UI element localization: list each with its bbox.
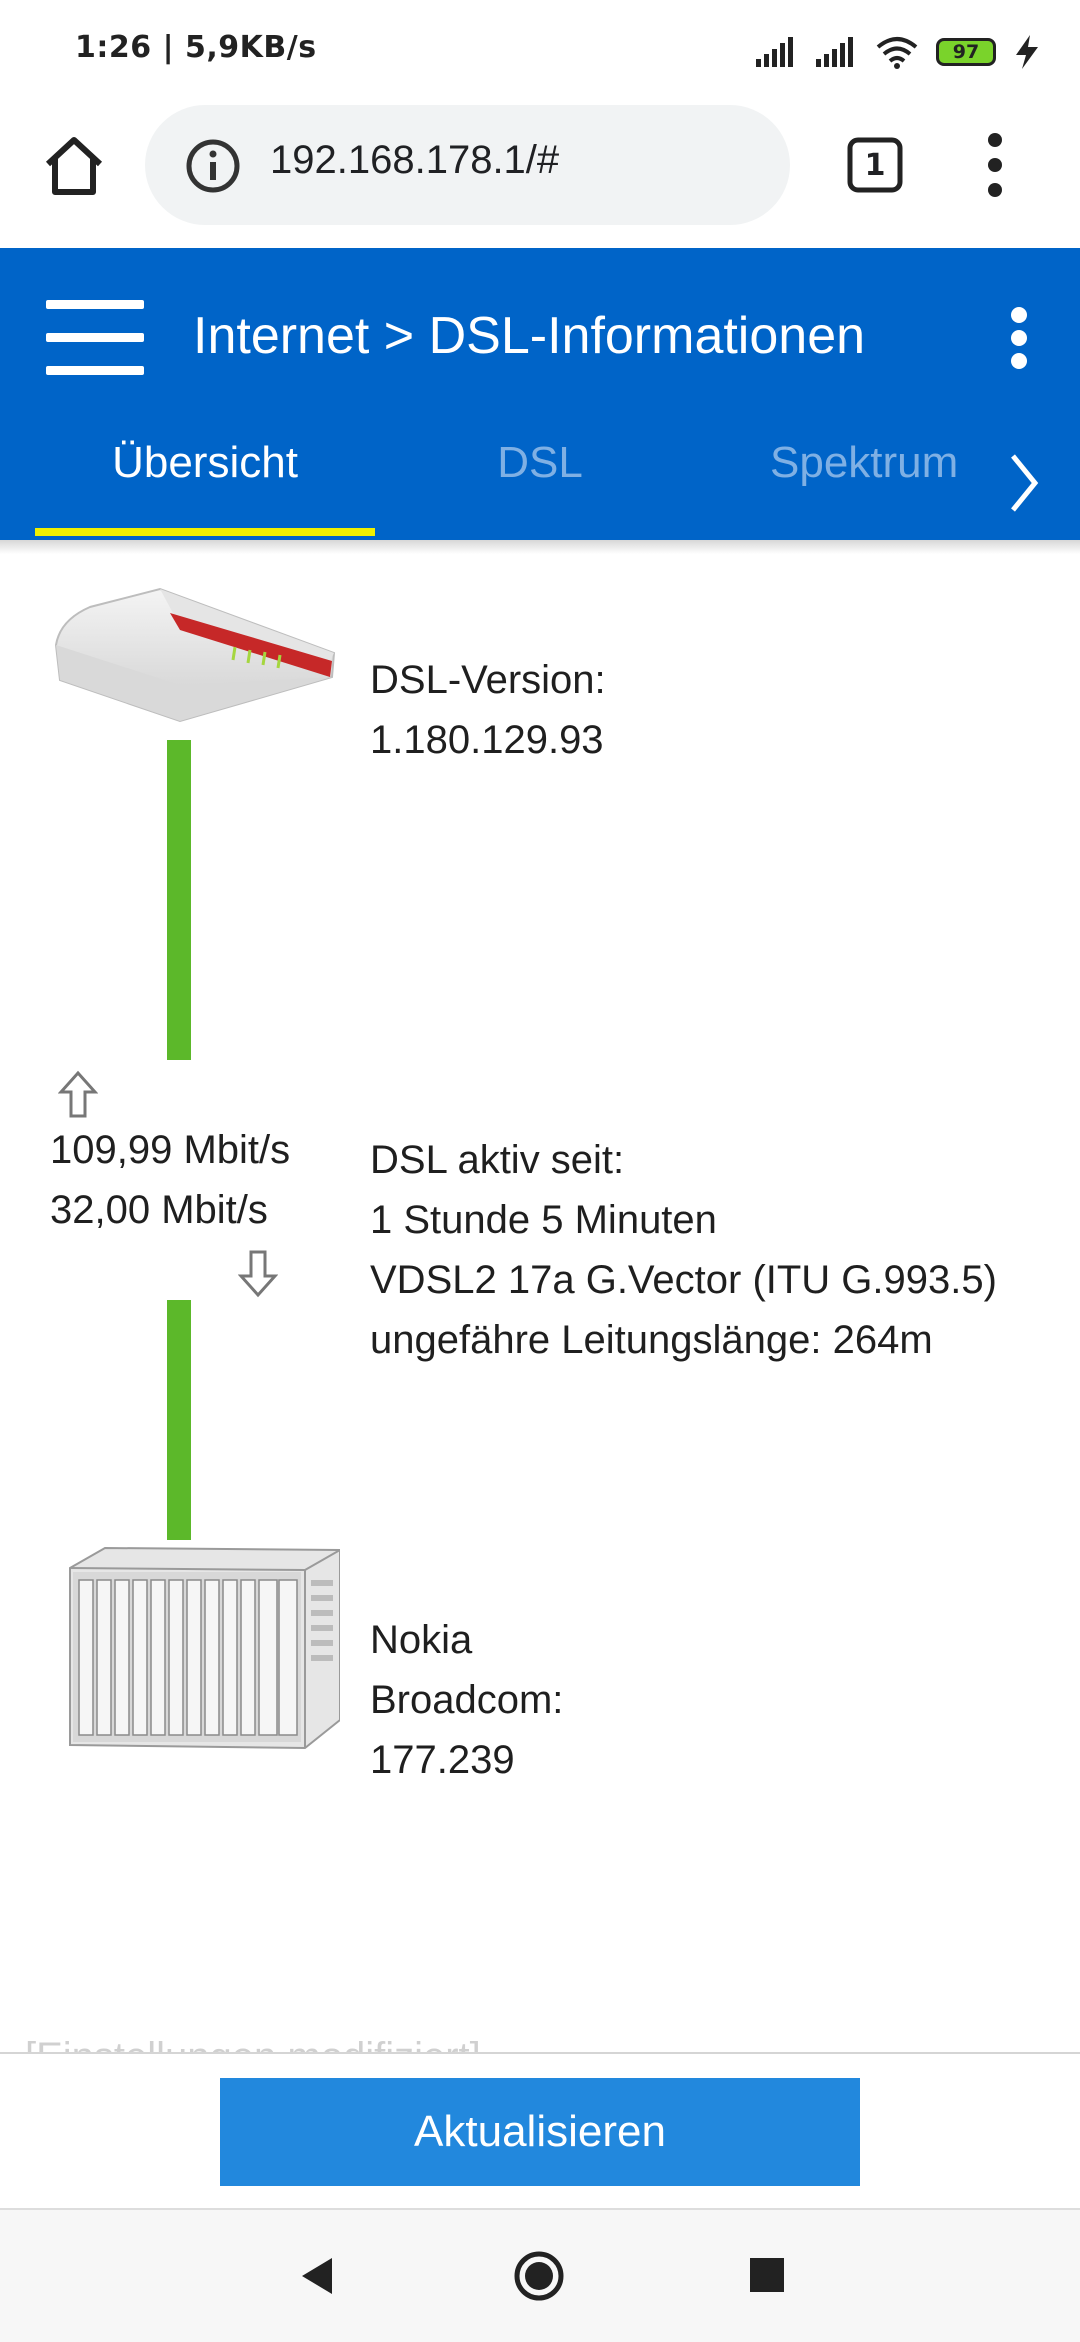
home-button[interactable] <box>38 130 110 202</box>
tab-bar: Übersicht DSL Spektrum <box>0 403 1080 540</box>
router-info: DSL-Version: 1.180.129.93 <box>370 650 606 770</box>
router-version-label: DSL-Version: <box>370 658 606 702</box>
home-nav-icon[interactable] <box>513 2250 565 2302</box>
router-image <box>54 587 336 723</box>
signal-icon-2 <box>816 37 853 67</box>
dslam-chipset-version: 177.239 <box>370 1738 515 1782</box>
tab-dsl[interactable]: DSL <box>440 403 640 523</box>
dsl-active-duration: 1 Stunde 5 Minuten <box>370 1198 717 1242</box>
tab-count: 1 <box>864 147 886 183</box>
dsl-mode: VDSL2 17a G.Vector (ITU G.993.5) <box>370 1258 997 1302</box>
upload-arrow-icon <box>58 1070 98 1118</box>
refresh-button[interactable]: Aktualisieren <box>220 2078 860 2186</box>
status-icons: 97 <box>756 30 1040 74</box>
network-speed: 5,9KB/s <box>184 30 317 65</box>
wifi-icon <box>876 37 918 69</box>
connection-line-bottom <box>167 1300 191 1540</box>
dslam-vendor: Nokia <box>370 1618 473 1662</box>
signal-icon <box>756 37 793 67</box>
upload-speed: 109,99 Mbit/s <box>50 1128 291 1172</box>
hamburger-menu-icon[interactable] <box>46 298 144 378</box>
tab-switcher-button[interactable]: 1 <box>845 135 905 195</box>
dslam-info: Nokia Broadcom: 177.239 <box>370 1610 563 1790</box>
address-bar[interactable]: 192.168.178.1/# <box>145 105 790 225</box>
tab-uebersicht[interactable]: Übersicht <box>35 403 375 523</box>
url-text[interactable]: 192.168.178.1/# <box>270 138 559 183</box>
tab-spektrum[interactable]: Spektrum <box>770 403 970 523</box>
dslam-image <box>69 1546 340 1750</box>
line-length: ungefähre Leitungslänge: 264m <box>370 1318 933 1362</box>
battery-icon: 97 <box>936 38 996 66</box>
recents-icon[interactable] <box>750 2258 784 2292</box>
dslam-chipset-label: Broadcom: <box>370 1678 564 1722</box>
dsl-active-label: DSL aktiv seit: <box>370 1138 625 1182</box>
download-speed: 32,00 Mbit/s <box>50 1188 268 1232</box>
dsl-status-info: DSL aktiv seit: 1 Stunde 5 Minuten VDSL2… <box>370 1130 997 1370</box>
active-tab-indicator <box>35 528 375 536</box>
status-time: 1:26 | 5,9KB/s <box>75 30 317 65</box>
download-arrow-icon <box>238 1250 278 1298</box>
status-bar: 1:26 | 5,9KB/s 97 <box>0 0 1080 100</box>
battery-level: 97 <box>952 41 980 63</box>
footer-divider <box>0 2052 1080 2054</box>
app-menu-icon[interactable] <box>1005 303 1035 373</box>
browser-menu-icon[interactable] <box>980 130 1030 200</box>
charging-icon <box>1016 35 1038 69</box>
header-shadow <box>0 540 1080 554</box>
system-nav-bar <box>0 2208 1080 2342</box>
chevron-right-icon[interactable] <box>1005 448 1045 518</box>
clock: 1:26 <box>75 30 152 65</box>
browser-toolbar: 192.168.178.1/# 1 <box>0 100 1080 248</box>
back-icon[interactable] <box>296 2254 336 2298</box>
info-icon[interactable] <box>185 138 241 194</box>
home-icon <box>45 137 103 195</box>
router-version: 1.180.129.93 <box>370 718 604 762</box>
connection-line-top <box>167 740 191 1060</box>
page-title: Internet > DSL-Informationen <box>193 307 866 365</box>
app-header: Internet > DSL-Informationen Übersicht D… <box>0 248 1080 540</box>
